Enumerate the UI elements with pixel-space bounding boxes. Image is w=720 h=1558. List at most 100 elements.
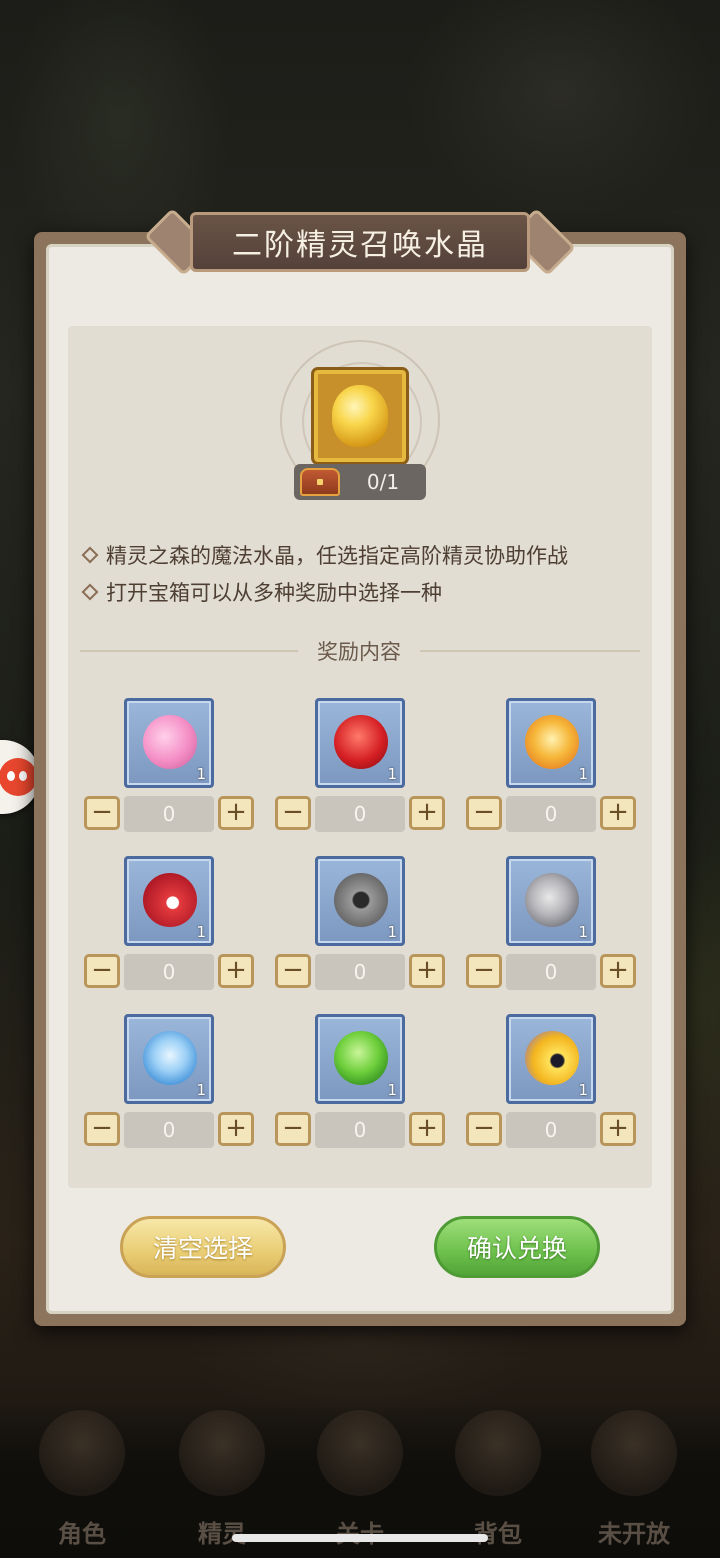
increase-button[interactable]: + bbox=[218, 796, 254, 830]
item-count: 1 bbox=[578, 923, 588, 941]
reward-item-frame[interactable]: 1 bbox=[124, 1014, 214, 1104]
nav-label: 关卡 bbox=[300, 1514, 420, 1549]
quantity-stepper: − 0 + bbox=[275, 1112, 447, 1148]
nav-item-spirit[interactable]: 精灵 bbox=[162, 1410, 282, 1550]
section-title: 奖励内容 bbox=[317, 640, 401, 664]
mascot-icon bbox=[0, 758, 37, 796]
owned-count: 0/1 bbox=[366, 470, 400, 494]
section-divider-right bbox=[420, 650, 640, 652]
dialog-title: 二阶精灵召唤水晶 bbox=[232, 228, 488, 263]
pink-fairy-wing-icon bbox=[143, 715, 197, 769]
reward-cell-4: 1 − 0 + bbox=[84, 856, 256, 996]
character-icon bbox=[39, 1410, 125, 1496]
increase-button[interactable]: + bbox=[218, 1112, 254, 1146]
nav-item-stage[interactable]: 关卡 bbox=[300, 1410, 420, 1550]
nav-item-locked[interactable]: 未开放 bbox=[574, 1410, 694, 1550]
home-indicator[interactable] bbox=[232, 1534, 488, 1542]
quantity-value: 0 bbox=[124, 796, 214, 832]
quantity-stepper: − 0 + bbox=[84, 1112, 256, 1148]
increase-button[interactable]: + bbox=[218, 954, 254, 988]
reward-cell-1: 1 − 0 + bbox=[84, 698, 256, 838]
reward-item-frame[interactable]: 1 bbox=[315, 856, 405, 946]
spirit-icon bbox=[179, 1410, 265, 1496]
decrease-button[interactable]: − bbox=[84, 954, 120, 988]
golden-trident-icon bbox=[525, 715, 579, 769]
nav-label: 精灵 bbox=[198, 1520, 246, 1548]
item-count: 1 bbox=[196, 765, 206, 783]
crystal-item-frame[interactable] bbox=[314, 370, 406, 462]
increase-button[interactable]: + bbox=[409, 1112, 445, 1146]
nav-label: 角色 bbox=[58, 1520, 106, 1548]
description-line-2: 打开宝箱可以从多种奖励中选择一种 bbox=[80, 577, 660, 607]
decrease-button[interactable]: − bbox=[466, 1112, 502, 1146]
description-text-2: 打开宝箱可以从多种奖励中选择一种 bbox=[106, 581, 442, 605]
quantity-stepper: − 0 + bbox=[466, 954, 638, 990]
item-count: 1 bbox=[578, 765, 588, 783]
quantity-value: 0 bbox=[506, 954, 596, 990]
red-flame-slime-icon bbox=[334, 715, 388, 769]
decrease-button[interactable]: − bbox=[84, 796, 120, 830]
item-count: 1 bbox=[387, 923, 397, 941]
red-spiky-creature-icon bbox=[143, 873, 197, 927]
increase-button[interactable]: + bbox=[600, 1112, 636, 1146]
nav-label: 背包 bbox=[474, 1520, 522, 1548]
item-count: 1 bbox=[387, 765, 397, 783]
grey-horned-beast-icon bbox=[525, 873, 579, 927]
quantity-value: 0 bbox=[315, 796, 405, 832]
reward-cell-8: 1 − 0 + bbox=[275, 1014, 447, 1154]
diamond-bullet-icon bbox=[81, 583, 99, 601]
nav-item-backpack[interactable]: 背包 bbox=[438, 1410, 558, 1550]
reward-item-frame[interactable]: 1 bbox=[506, 856, 596, 946]
increase-button[interactable]: + bbox=[600, 796, 636, 830]
item-count: 1 bbox=[196, 923, 206, 941]
reward-cell-9: 1 − 0 + bbox=[466, 1014, 638, 1154]
quantity-stepper: − 0 + bbox=[84, 796, 256, 832]
reward-cell-6: 1 − 0 + bbox=[466, 856, 638, 996]
decrease-button[interactable]: − bbox=[275, 1112, 311, 1146]
quantity-value: 0 bbox=[124, 1112, 214, 1148]
reward-item-frame[interactable]: 1 bbox=[124, 698, 214, 788]
quantity-stepper: − 0 + bbox=[275, 796, 447, 832]
reward-item-frame[interactable]: 1 bbox=[315, 1014, 405, 1104]
quantity-stepper: − 0 + bbox=[466, 1112, 638, 1148]
increase-button[interactable]: + bbox=[600, 954, 636, 988]
green-slime-icon bbox=[334, 1031, 388, 1085]
item-count: 1 bbox=[578, 1081, 588, 1099]
increase-button[interactable]: + bbox=[409, 796, 445, 830]
reward-item-frame[interactable]: 1 bbox=[506, 698, 596, 788]
reward-item-frame[interactable]: 1 bbox=[315, 698, 405, 788]
nav-item-character[interactable]: 角色 bbox=[22, 1410, 142, 1550]
decrease-button[interactable]: − bbox=[84, 1112, 120, 1146]
decrease-button[interactable]: − bbox=[275, 954, 311, 988]
decrease-button[interactable]: − bbox=[466, 954, 502, 988]
reward-cell-3: 1 − 0 + bbox=[466, 698, 638, 838]
treasure-chest-icon bbox=[300, 468, 340, 496]
stage-icon bbox=[317, 1410, 403, 1496]
backpack-icon bbox=[455, 1410, 541, 1496]
reward-cell-5: 1 − 0 + bbox=[275, 856, 447, 996]
description-text-1: 精灵之森的魔法水晶，任选指定高阶精灵协助作战 bbox=[106, 544, 568, 568]
quantity-value: 0 bbox=[124, 954, 214, 990]
locked-icon bbox=[591, 1410, 677, 1496]
grey-armored-beast-icon bbox=[334, 873, 388, 927]
increase-button[interactable]: + bbox=[409, 954, 445, 988]
owned-count-badge: 0/1 bbox=[294, 464, 426, 500]
clear-selection-button[interactable]: 清空选择 bbox=[120, 1216, 286, 1278]
decrease-button[interactable]: − bbox=[466, 796, 502, 830]
item-count: 1 bbox=[387, 1081, 397, 1099]
reward-item-frame[interactable]: 1 bbox=[124, 856, 214, 946]
decrease-button[interactable]: − bbox=[275, 796, 311, 830]
reward-item-frame[interactable]: 1 bbox=[506, 1014, 596, 1104]
diamond-bullet-icon bbox=[81, 546, 99, 564]
quantity-stepper: − 0 + bbox=[275, 954, 447, 990]
quantity-stepper: − 0 + bbox=[466, 796, 638, 832]
nav-label: 未开放 bbox=[598, 1520, 670, 1548]
section-divider-left bbox=[80, 650, 298, 652]
ice-crystal-creature-icon bbox=[143, 1031, 197, 1085]
gold-crystal-icon bbox=[332, 385, 388, 447]
confirm-exchange-button[interactable]: 确认兑换 bbox=[434, 1216, 600, 1278]
description-line-1: 精灵之森的魔法水晶，任选指定高阶精灵协助作战 bbox=[80, 540, 660, 570]
quantity-value: 0 bbox=[506, 796, 596, 832]
quantity-value: 0 bbox=[315, 954, 405, 990]
quantity-value: 0 bbox=[506, 1112, 596, 1148]
